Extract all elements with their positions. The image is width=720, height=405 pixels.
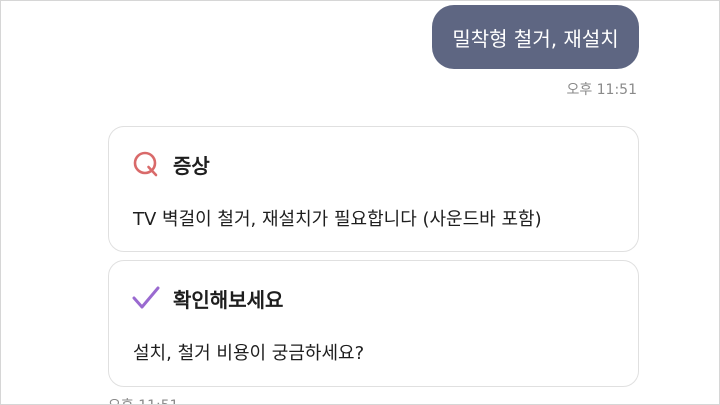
user-message-timestamp: 오후 11:51 — [566, 82, 637, 98]
bot-message-timestamp: 오후 11:51 — [108, 395, 179, 404]
symptom-card-body: TV 벽걸이 철거, 재설치가 필요합니다 (사운드바 포함) — [133, 209, 542, 230]
symptom-card: 증상 TV 벽걸이 철거, 재설치가 필요합니다 (사운드바 포함) — [108, 126, 639, 252]
checkmark-icon — [131, 283, 161, 313]
check-card-body[interactable]: 설치, 철거 비용이 궁금하세요? — [133, 339, 364, 365]
symptom-card-header: 증상 — [131, 149, 210, 179]
user-message-bubble: 밀착형 철거, 재설치 — [432, 5, 639, 69]
check-card[interactable]: 확인해보세요 설치, 철거 비용이 궁금하세요? — [108, 260, 639, 387]
check-card-header: 확인해보세요 — [131, 283, 283, 313]
chat-view: 밀착형 철거, 재설치 오후 11:51 증상 TV 벽걸이 철거, 재설치가 … — [0, 0, 720, 405]
symptom-card-title: 증상 — [173, 153, 210, 178]
q-letter-icon — [131, 149, 161, 179]
check-card-title: 확인해보세요 — [173, 287, 284, 312]
user-message-text: 밀착형 철거, 재설치 — [452, 26, 619, 51]
